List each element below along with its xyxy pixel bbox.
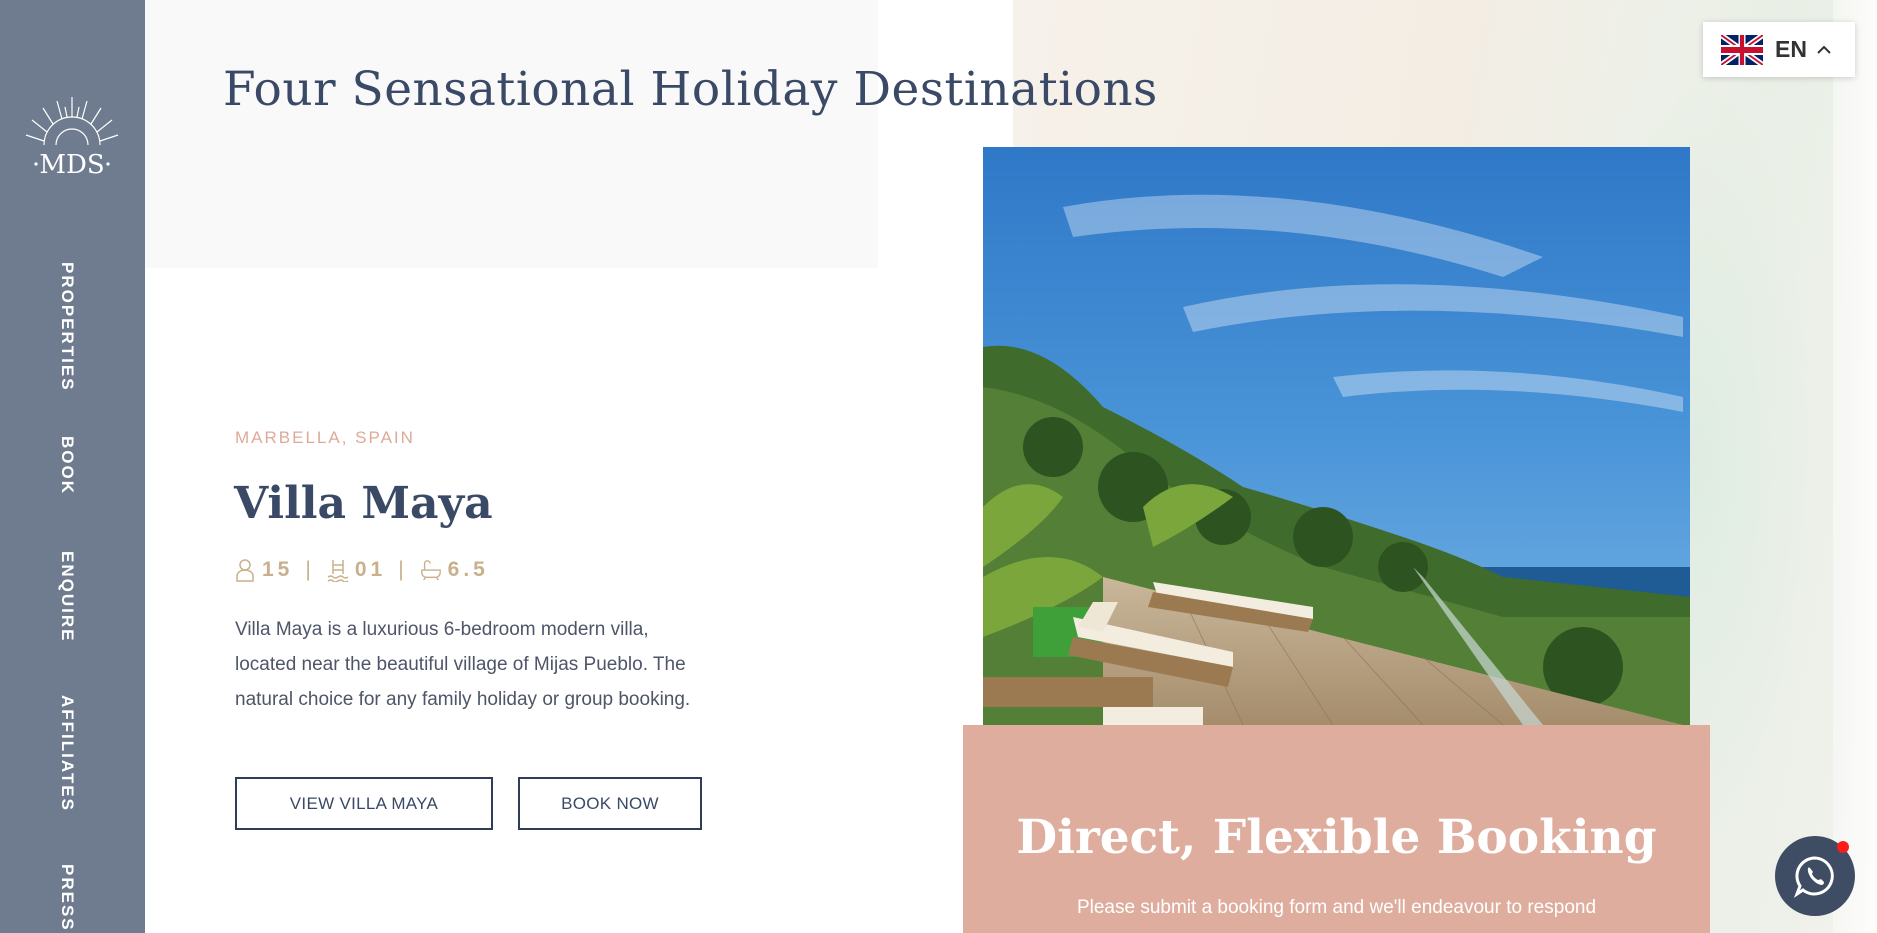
nav-properties[interactable]: PROPERTIES (57, 262, 77, 392)
booking-title: Direct, Flexible Booking (1016, 810, 1657, 865)
nav-book[interactable]: BOOK (57, 436, 77, 495)
sun-logo-icon: MDS (25, 97, 119, 180)
property-stats: 15 | 01 | 6.5 (234, 558, 489, 582)
person-icon (236, 559, 254, 582)
booking-text: Please submit a booking form and we'll e… (1076, 897, 1597, 918)
mds-logo[interactable]: MDS (22, 95, 122, 185)
property-location: MARBELLA, SPAIN (235, 428, 415, 447)
property-name: Villa Maya (234, 478, 493, 529)
bathtub-icon (420, 560, 441, 581)
villa-terrace-image (983, 147, 1690, 725)
notification-dot (1837, 841, 1849, 853)
guests-count: 15 (262, 558, 294, 581)
whatsapp-icon (1793, 856, 1834, 898)
book-now-button[interactable]: BOOK NOW (518, 777, 702, 830)
stats-separator: | (305, 558, 315, 581)
nav-press[interactable]: PRESS (57, 864, 77, 932)
sidebar: MDS PROPERTIES BOOK ENQUIRE AFFILIATES P… (0, 0, 145, 933)
title-panel (145, 0, 878, 268)
bathrooms-count: 6.5 (447, 558, 489, 581)
uk-flag-icon (1721, 34, 1763, 65)
pool-icon (327, 560, 349, 582)
stats-separator: | (398, 558, 408, 581)
view-villa-button[interactable]: VIEW VILLA MAYA (235, 777, 493, 830)
chevron-up-icon (1817, 45, 1831, 54)
villa-photo (983, 147, 1690, 725)
nav-enquire[interactable]: ENQUIRE (57, 551, 77, 642)
language-code: EN (1775, 36, 1807, 62)
booking-card: Direct, Flexible Booking Please submit a… (963, 725, 1710, 933)
property-description: Villa Maya is a luxurious 6-bedroom mode… (235, 619, 691, 710)
svg-text:MDS: MDS (39, 150, 104, 180)
language-selector[interactable]: EN (1703, 22, 1855, 77)
page-title: Four Sensational Holiday Destinations (223, 62, 1158, 117)
nav-affiliates[interactable]: AFFILIATES (57, 695, 77, 812)
pools-count: 01 (354, 558, 387, 581)
